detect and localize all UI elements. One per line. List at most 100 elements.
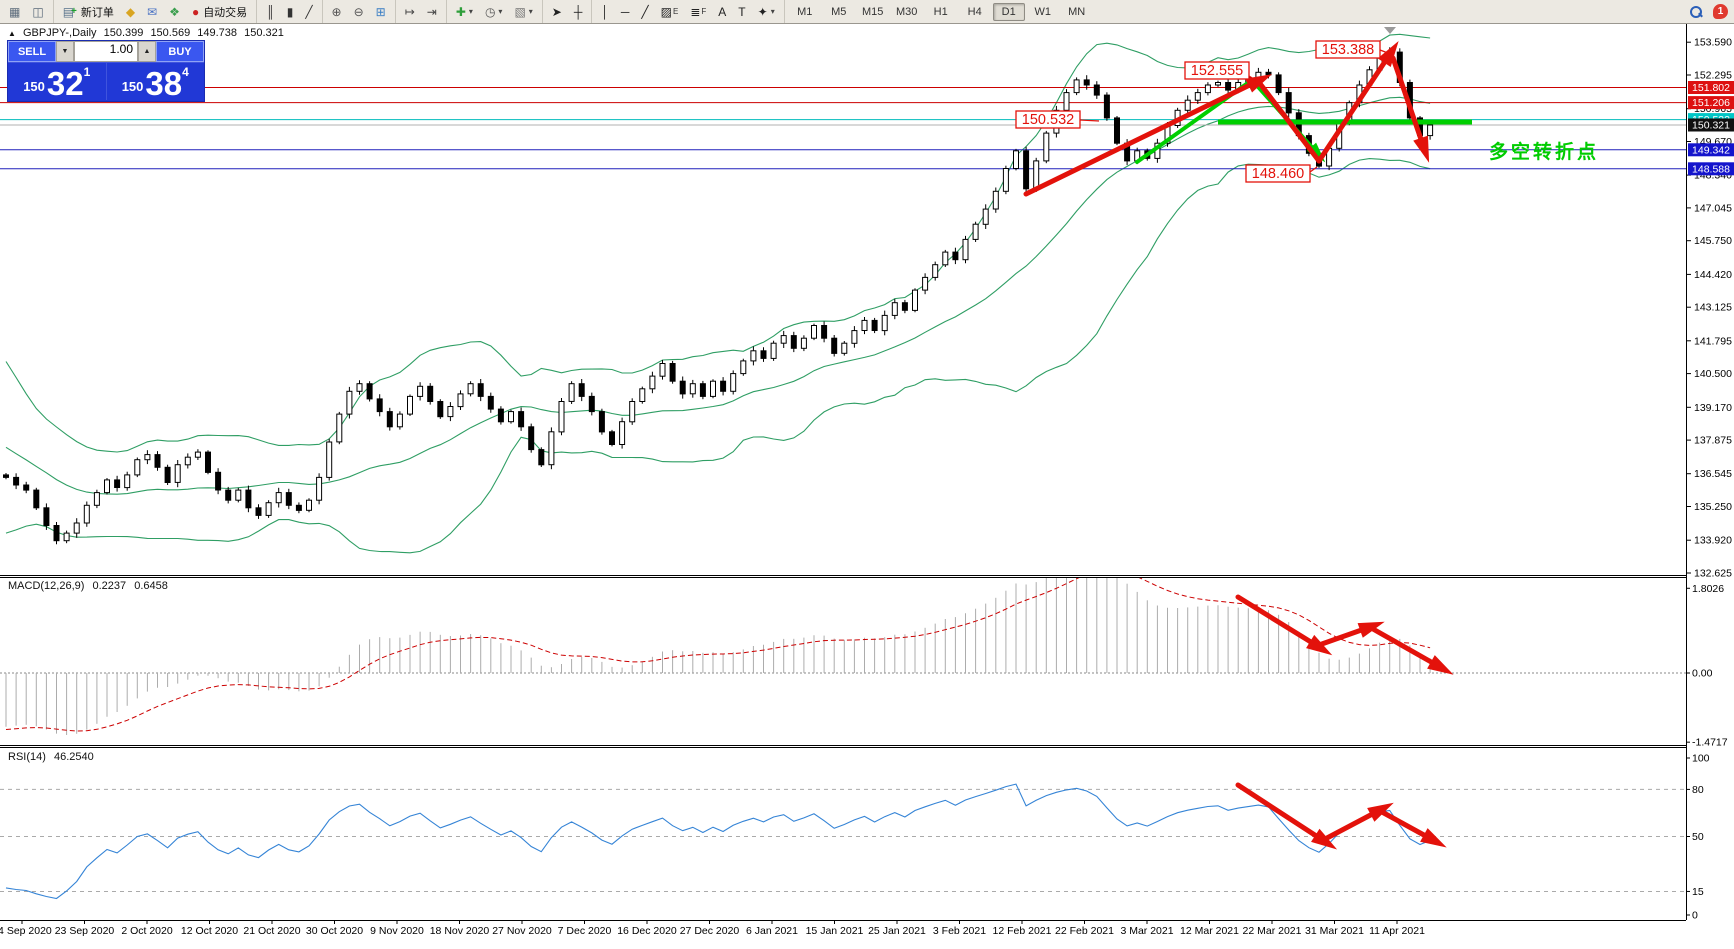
price-tick-label: 133.920 [1694, 535, 1732, 547]
date-tick-label: 16 Dec 2020 [617, 925, 677, 937]
candlestick [943, 250, 948, 267]
ohlc-open: 150.399 [104, 27, 144, 39]
bar-chart-button[interactable]: ║ [261, 1, 280, 22]
candlestick [337, 412, 342, 444]
price-annotation-label[interactable]: 148.460 [1246, 165, 1317, 182]
timeframe-button-h1[interactable]: H1 [925, 3, 957, 21]
timeframe-button-m30[interactable]: M30 [891, 3, 923, 21]
buy-price[interactable]: 150 38 4 [107, 63, 205, 100]
price-annotation-label[interactable]: 152.555 [1185, 62, 1257, 81]
price-level-badge: 148.588 [1688, 162, 1734, 175]
candlestick-button[interactable]: ▮ [282, 1, 299, 22]
notification-badge[interactable]: 1 [1713, 4, 1728, 19]
arrows-icon: ✦ [758, 6, 768, 18]
label-text: 148.460 [1252, 166, 1304, 182]
autotrading-button[interactable]: ●自动交易 [187, 1, 252, 22]
rsi-name: RSI(14) [8, 751, 46, 763]
data-window-button[interactable]: ◫ [27, 1, 48, 22]
tile-windows-icon: ⊞ [376, 6, 386, 18]
bull-candle-body [418, 386, 423, 396]
chevron-down-icon[interactable]: ▾ [469, 7, 473, 16]
symbol-title[interactable]: ▲ GBPJPY-,Daily 150.399 150.569 149.738 … [8, 27, 288, 39]
toolbar-group: │─╱▨E≣FAT✦▾ [592, 0, 784, 23]
fibonacci-button[interactable]: ≣F [685, 1, 711, 22]
bull-candle-body [195, 452, 200, 457]
toolbar: ▦◫▤+新订单◆✉❖●自动交易║▮╱⊕⊖⊞↦⇥✚▾◷▾▧▾➤┼│─╱▨E≣FAT… [0, 0, 1734, 24]
collapse-icon[interactable]: ▲ [8, 29, 16, 38]
sell-price[interactable]: 150 32 1 [8, 63, 106, 100]
search-icon[interactable] [1689, 5, 1703, 19]
crosshair-button[interactable]: ┼ [569, 1, 588, 22]
price-tick-label: 140.500 [1694, 368, 1732, 380]
chevron-down-icon[interactable]: ▾ [498, 7, 502, 16]
vertical-line-button[interactable]: │ [596, 1, 614, 22]
timeframe-button-m5[interactable]: M5 [823, 3, 855, 21]
bear-candle-body [1024, 151, 1029, 189]
price-annotation-label[interactable]: 153.388 [1316, 41, 1388, 58]
candlestick [872, 318, 877, 333]
macd-axis-label: 1.8026 [1692, 583, 1724, 595]
macd-name: MACD(12,26,9) [8, 580, 84, 592]
date-tick-label: 27 Dec 2020 [680, 925, 740, 937]
charts-grid-button[interactable]: ▦ [4, 1, 25, 22]
candlestick [832, 335, 837, 357]
bull-candle-body [842, 343, 847, 353]
candlestick [347, 387, 352, 419]
label-text: 152.555 [1191, 63, 1243, 79]
mailbox-button[interactable]: ✉ [142, 1, 162, 22]
autoscroll-button[interactable]: ↦ [400, 1, 420, 22]
bull-candle-body [751, 351, 756, 361]
chevron-down-icon[interactable]: ▾ [529, 7, 533, 16]
candlestick [973, 222, 978, 242]
candlestick [206, 450, 211, 474]
indicators-button[interactable]: ✚▾ [451, 1, 478, 22]
signals-button[interactable]: ❖ [164, 1, 185, 22]
templates-button[interactable]: ▧▾ [509, 1, 537, 22]
bear-candle-body [791, 336, 796, 349]
timeframe-button-d1[interactable]: D1 [993, 3, 1025, 21]
buy-button[interactable]: BUY [156, 41, 204, 62]
chevron-down-icon[interactable]: ▾ [771, 7, 775, 16]
volume-decrease-button[interactable]: ▼ [56, 41, 74, 62]
date-tick-label: 31 Mar 2021 [1305, 925, 1364, 937]
horizontal-line-button[interactable]: ─ [616, 1, 635, 22]
candlestick [842, 341, 847, 356]
timeframe-button-mn[interactable]: MN [1061, 3, 1093, 21]
volume-increase-button[interactable]: ▲ [138, 41, 156, 62]
bear-candle-body [256, 508, 261, 516]
timeframe-group: M1M5M15M30H1H4D1W1MN [785, 0, 1097, 23]
chinese-note: 多空转折点 [1489, 140, 1599, 163]
bear-candle-body [44, 508, 49, 526]
bull-candle-body [458, 394, 463, 407]
zoom-in-button[interactable]: ⊕ [327, 1, 347, 22]
bull-candle-body [327, 442, 332, 477]
volume-input[interactable]: 1.00 [74, 41, 138, 62]
chart-shift-button[interactable]: ⇥ [422, 1, 442, 22]
fibonacci-icon: ≣ [690, 6, 700, 18]
channel-button[interactable]: ▨E [656, 1, 684, 22]
date-tick-label: 12 Oct 2020 [181, 925, 238, 937]
sell-button[interactable]: SELL [8, 41, 56, 62]
price-tick-label: 145.750 [1694, 235, 1732, 247]
bear-candle-body [155, 455, 160, 468]
timeframe-button-m15[interactable]: M15 [857, 3, 889, 21]
timeframe-button-m1[interactable]: M1 [789, 3, 821, 21]
text-button[interactable]: A [713, 1, 731, 22]
date-tick-label: 14 Sep 2020 [0, 925, 52, 937]
zoom-out-button[interactable]: ⊖ [349, 1, 369, 22]
periods-button[interactable]: ◷▾ [480, 1, 508, 22]
cursor-button[interactable]: ➤ [547, 1, 567, 22]
timeframe-button-h4[interactable]: H4 [959, 3, 991, 21]
text-label-button[interactable]: T [733, 1, 750, 22]
candlestick [731, 370, 736, 394]
tile-windows-button[interactable]: ⊞ [371, 1, 391, 22]
arrows-button[interactable]: ✦▾ [753, 1, 780, 22]
label-text: 153.388 [1322, 42, 1374, 58]
line-chart-button[interactable]: ╱ [300, 1, 317, 22]
trendline-button[interactable]: ╱ [636, 1, 653, 22]
price-tick-label: 132.625 [1694, 567, 1732, 579]
bull-candle-body [1034, 161, 1039, 189]
timeframe-button-w1[interactable]: W1 [1027, 3, 1059, 21]
new-order-button[interactable]: ▤+新订单 [58, 1, 119, 22]
metaeditor-button[interactable]: ◆ [121, 1, 140, 22]
